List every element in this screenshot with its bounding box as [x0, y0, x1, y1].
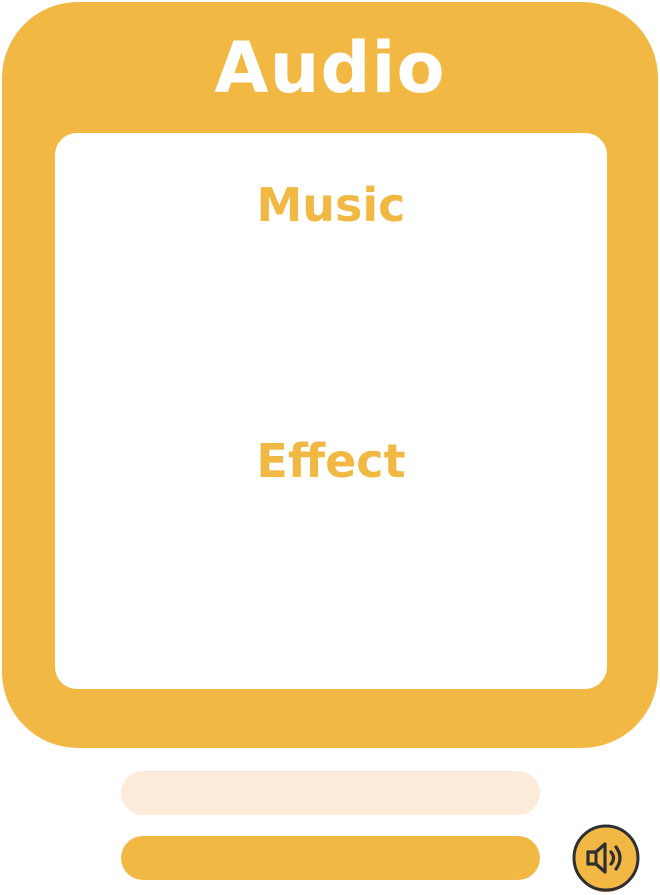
audio-panel: Audio Music Effect — [2, 2, 658, 748]
audio-settings-screen: Audio Music Effect — [0, 0, 660, 895]
effect-label: Effect — [256, 434, 406, 488]
panel-title: Audio — [214, 27, 446, 109]
sound-toggle-button[interactable] — [571, 823, 641, 893]
music-label: Music — [256, 178, 406, 232]
audio-options-card: Music Effect — [55, 133, 607, 689]
speaker-volume-icon — [572, 824, 640, 892]
volume-bar-2[interactable] — [121, 836, 540, 880]
volume-bar-1[interactable] — [121, 771, 540, 815]
volume-bar-2-fill — [121, 836, 540, 880]
